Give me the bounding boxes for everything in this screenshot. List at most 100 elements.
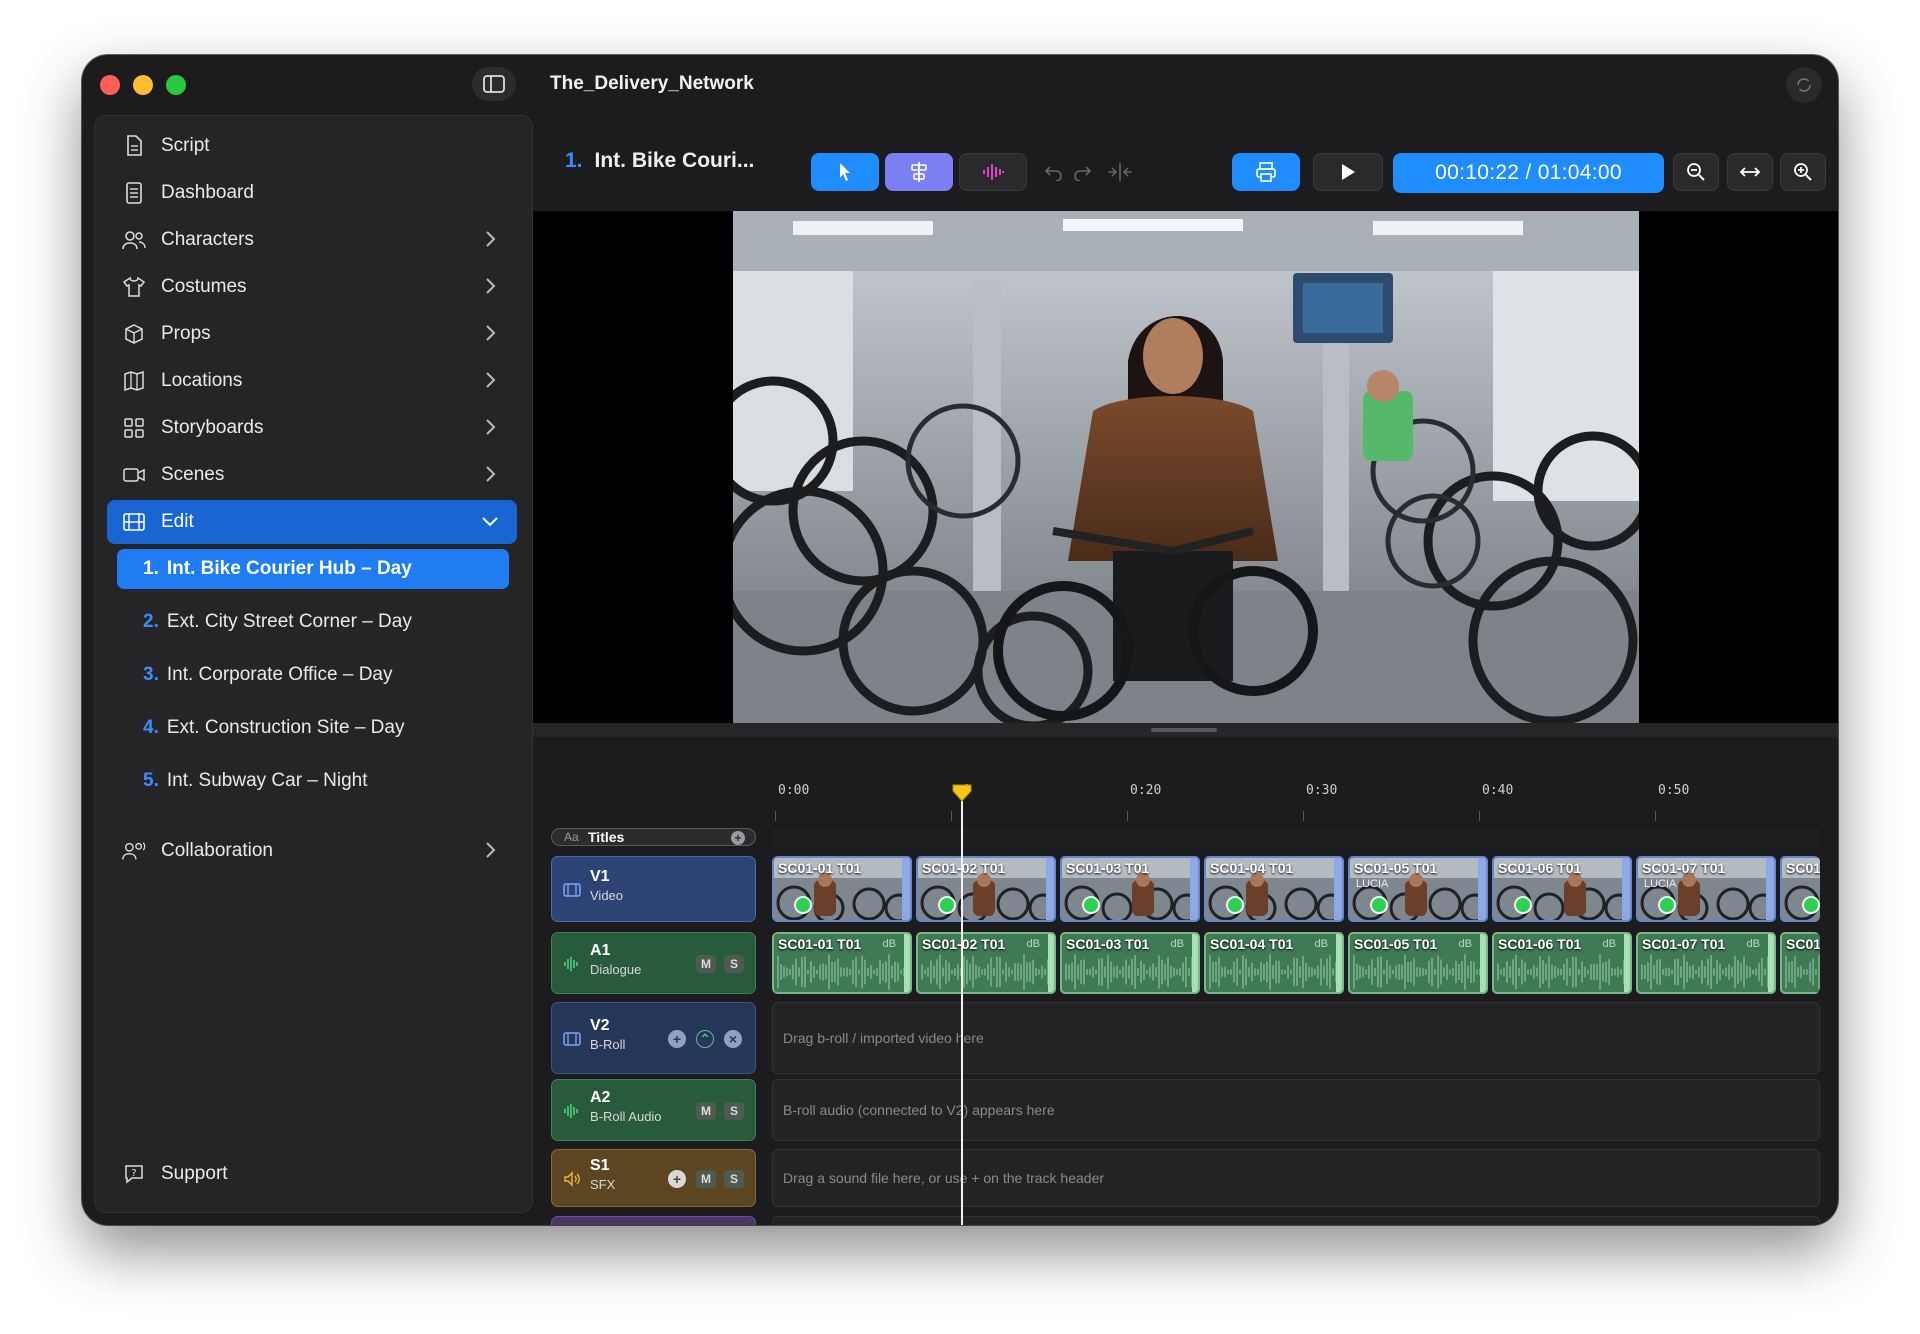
redo-button[interactable] [1069,153,1095,191]
scene-item-1[interactable]: 1. Int. Bike Courier Hub – Day [117,549,509,589]
video-clip[interactable]: SC01-04 T01 [1204,856,1344,922]
mute-button[interactable]: M [696,1170,716,1188]
clip-trim-handle[interactable] [1190,858,1198,920]
clip-trim-handle[interactable] [1478,858,1486,920]
sidebar-item-dashboard[interactable]: Dashboard [107,171,517,215]
video-clip[interactable]: SC01-01 T01 [772,856,912,922]
scene-item-3[interactable]: 3. Int. Corporate Office – Day [117,655,509,695]
titles-track-header[interactable]: Aa Titles + [551,828,756,846]
track-lane-v2[interactable]: Drag b-roll / imported video here [772,1002,1820,1074]
select-tool-button[interactable] [811,153,879,191]
maximize-window-button[interactable] [166,75,186,95]
clip-trim-handle[interactable] [1624,934,1630,992]
clip-trim-handle[interactable] [1048,934,1054,992]
audio-clip[interactable]: SC01-07 T01 dB [1636,932,1776,994]
audio-clip[interactable]: SC01-05 T01 dB [1348,932,1488,994]
clip-trim-handle[interactable] [1768,934,1774,992]
audio-clip[interactable]: SC01-01 T01 dB [772,932,912,994]
sidebar-item-characters[interactable]: Characters [107,218,517,262]
video-clip[interactable]: SC01-02 T01 [916,856,1056,922]
scene-number: 3. [143,664,159,685]
collapse-broll-button[interactable]: ⌃ [696,1030,714,1048]
clip-trim-handle[interactable] [1046,858,1054,920]
clip-trim-handle[interactable] [1192,934,1198,992]
ruler-tick-label: 0:30 [1306,783,1338,798]
sidebar-item-props[interactable]: Props [107,312,517,356]
sidebar-item-label: Costumes [161,276,247,297]
zoom-out-button[interactable] [1673,153,1719,191]
sidebar-item-storyboards[interactable]: Storyboards [107,406,517,450]
track-lane-a2[interactable]: B-roll audio (connected to V2) appears h… [772,1079,1820,1141]
audio-clip[interactable]: SC01-04 T01 dB [1204,932,1344,994]
viewer-timeline-divider[interactable] [533,723,1838,737]
minimize-window-button[interactable] [133,75,153,95]
scene-item-5[interactable]: 5. Int. Subway Car – Night [117,761,509,801]
clip-trim-handle[interactable] [904,934,910,992]
clip-trim-handle[interactable] [1480,934,1486,992]
split-clip-button[interactable] [1103,153,1137,191]
sidebar-toggle-button[interactable] [472,67,516,101]
clip-trim-handle[interactable] [1766,858,1774,920]
remove-broll-button[interactable]: × [724,1030,742,1048]
audio-clip[interactable]: SC01-06 T01 dB [1492,932,1632,994]
add-broll-button[interactable]: + [668,1030,686,1048]
track-header-v2[interactable]: V2 B-Roll + ⌃ × [551,1002,756,1074]
video-clip[interactable]: SC01-06 T01 [1492,856,1632,922]
titles-lane[interactable] [772,828,1820,848]
clip-status-dot [938,896,956,914]
scene-item-4[interactable]: 4. Ext. Construction Site – Day [117,708,509,748]
time-ruler[interactable]: 0:0000:200:300:400:50 [533,783,1838,823]
sidebar-item-locations[interactable]: Locations [107,359,517,403]
track-lane-v1[interactable]: SC01-01 T01 SC01-02 T01 SC01-03 T01 SC01-04… [772,856,1820,922]
sidebar-item-script[interactable]: Script [107,124,517,168]
audio-clip[interactable]: SC01-02 T01 dB [916,932,1056,994]
sidebar-item-costumes[interactable]: Costumes [107,265,517,309]
mute-button[interactable]: M [696,955,716,973]
snapshot-button[interactable] [1232,153,1300,191]
fit-timeline-button[interactable] [1727,153,1773,191]
track-lane-a1[interactable]: SC01-01 T01 dB SC01-02 T01 dB SC01-03 T01 dB S… [772,932,1820,994]
video-clip[interactable]: SC01-07 T01 LUCIA [1636,856,1776,922]
clip-trim-handle[interactable] [902,858,910,920]
track-header-v1[interactable]: V1 Video [551,856,756,922]
clip-trim-handle[interactable] [1622,858,1630,920]
audio-waveform-button[interactable] [959,153,1027,191]
solo-button[interactable]: S [724,1102,744,1120]
clip-label: SC01-06 T01 [1498,860,1582,876]
clip-trim-handle[interactable] [1336,934,1342,992]
sidebar-item-support[interactable]: ? Support [107,1152,517,1196]
track-header-a2[interactable]: A2 B-Roll Audio M S [551,1079,756,1141]
scene-item-2[interactable]: 2. Ext. City Street Corner – Day [117,602,509,642]
video-viewer[interactable] [533,211,1838,723]
add-title-button[interactable]: + [731,831,745,845]
video-clip[interactable]: SC01-05 T01 LUCIA [1348,856,1488,922]
track-lane-s1[interactable]: Drag a sound file here, or use + on the … [772,1149,1820,1207]
video-clip[interactable]: SC01-08 [1780,856,1820,922]
audio-clip[interactable]: SC01-08 [1780,932,1820,994]
sidebar-item-edit[interactable]: Edit [107,500,517,544]
playhead-handle[interactable] [952,784,972,807]
undo-button[interactable] [1041,153,1067,191]
sidebar-item-scenes[interactable]: Scenes [107,453,517,497]
mute-button[interactable]: M [696,1102,716,1120]
current-scene-title: 1. Int. Bike Couri... [565,149,754,173]
sync-button[interactable] [1786,67,1822,103]
solo-button[interactable]: S [724,1170,744,1188]
play-button[interactable] [1313,153,1383,191]
clip-trim-handle[interactable] [1334,858,1342,920]
track-lane-m1[interactable]: Drag a music file here, or use + on the … [772,1216,1820,1225]
track-header-a1[interactable]: A1 Dialogue M S [551,932,756,994]
ruler-tick-label: 0:50 [1658,783,1690,798]
audio-clip[interactable]: SC01-03 T01 dB [1060,932,1200,994]
track-header-s1[interactable]: S1 SFX + M S [551,1149,756,1207]
video-clip[interactable]: SC01-03 T01 [1060,856,1200,922]
sidebar-item-collaboration[interactable]: Collaboration [107,829,517,873]
resize-grip[interactable] [1151,728,1217,732]
track-header-m1[interactable]: M1Music+MS [551,1216,756,1225]
zoom-in-button[interactable] [1780,153,1826,191]
add-clip-button[interactable]: + [668,1170,686,1188]
align-tool-button[interactable] [885,153,953,191]
solo-button[interactable]: S [724,955,744,973]
close-window-button[interactable] [100,75,120,95]
sync-icon [1797,78,1811,92]
